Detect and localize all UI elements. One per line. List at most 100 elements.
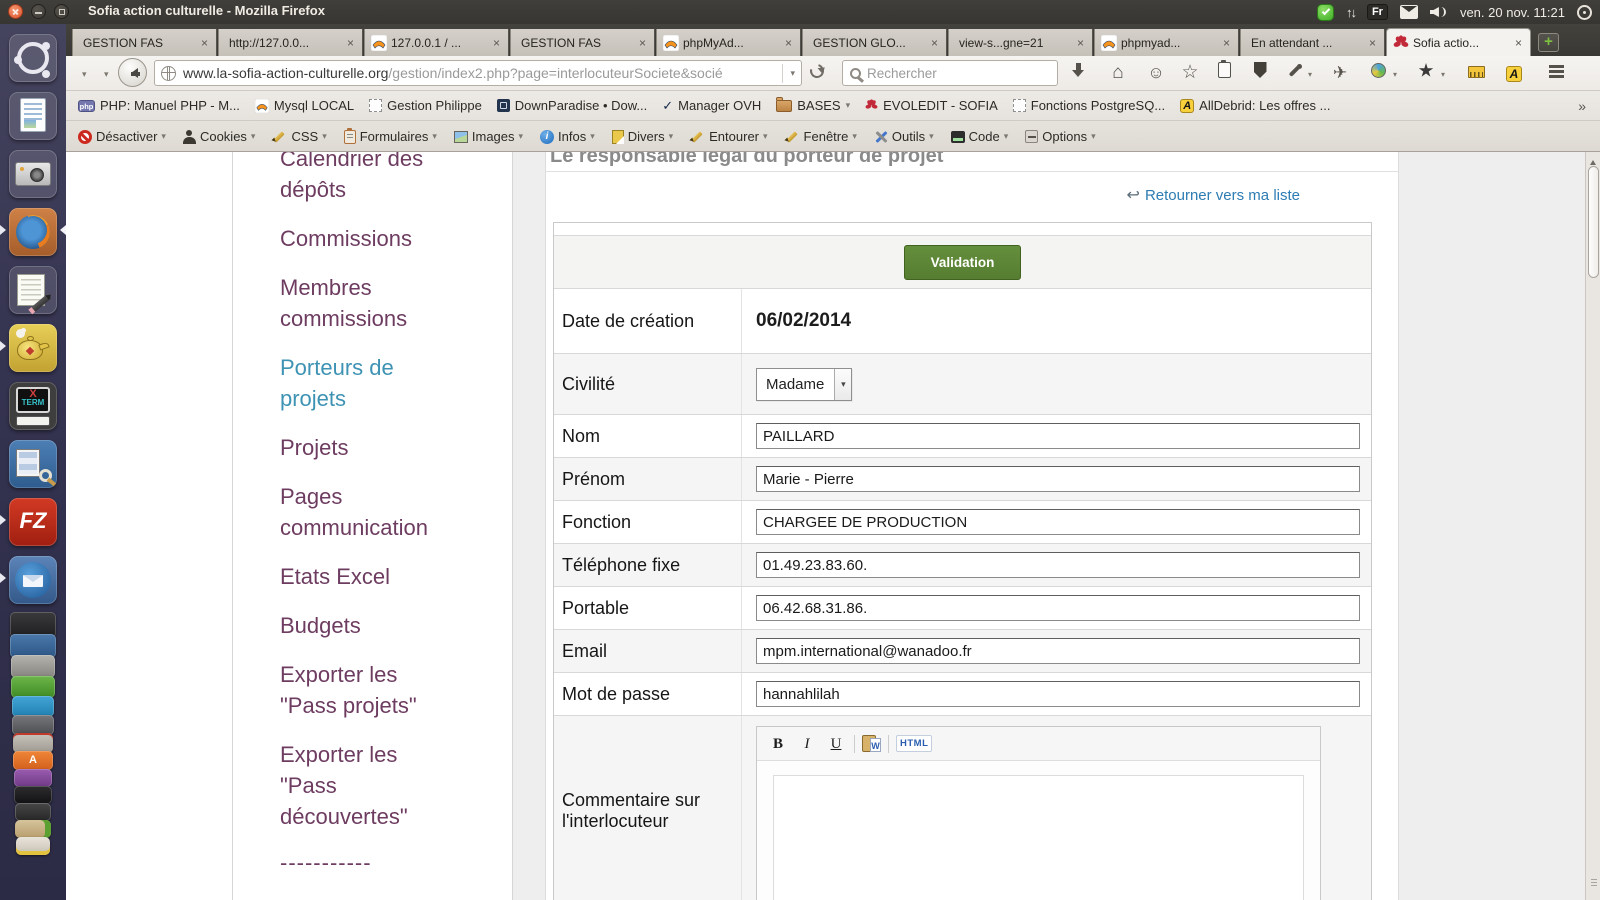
launcher-stacked-app-icon[interactable]	[11, 676, 55, 698]
launcher-libreoffice-writer-icon[interactable]	[9, 92, 57, 140]
devtoolbar-outils[interactable]: Outils▾	[874, 129, 934, 144]
civilite-select[interactable]: Madame ▾	[756, 368, 852, 401]
menu-exporter-pass-projets[interactable]: Exporter les "Pass projets"	[280, 659, 445, 721]
menu-membres-commissions[interactable]: Membres commissions	[280, 272, 445, 334]
menu-pages-communication[interactable]: Pages communication	[280, 481, 445, 543]
launcher-camera-icon[interactable]	[9, 150, 57, 198]
bookmark-downparadise[interactable]: DownParadise • Dow...	[497, 98, 647, 113]
bookmark-mysql-local[interactable]: Mysql LOCAL	[255, 98, 354, 113]
eyedropper-dropdown-icon[interactable]: ▾	[1308, 70, 1312, 79]
editor-bold-button[interactable]: B	[767, 733, 789, 755]
tab-127-url[interactable]: http://127.0.0... ×	[218, 29, 363, 56]
launcher-stacked-app-icon[interactable]	[13, 733, 53, 753]
bookmark-alldebrid[interactable]: AAllDebrid: Les offres ...	[1180, 98, 1330, 113]
menu-commissions[interactable]: Commissions	[280, 223, 445, 254]
tab-sofia-active[interactable]: Sofia actio... ×	[1386, 28, 1531, 56]
mot-de-passe-input[interactable]	[756, 681, 1360, 707]
mail-indicator-icon[interactable]	[1400, 5, 1418, 19]
editor-paste-from-word-button[interactable]: W	[862, 734, 881, 754]
menu-budgets[interactable]: Budgets	[280, 610, 445, 641]
prenom-input[interactable]	[756, 466, 1360, 492]
downloads-button[interactable]	[1066, 62, 1090, 84]
launcher-stacked-app-icon[interactable]	[12, 696, 54, 717]
devtoolbar-entourer[interactable]: Entourer▾	[690, 129, 767, 144]
launcher-stacked-app-icon[interactable]	[14, 786, 52, 804]
tab-gestion-glo[interactable]: GESTION GLO... ×	[802, 29, 947, 56]
tab-close-icon[interactable]: ×	[929, 36, 940, 50]
tab-phpmyadmin-2[interactable]: phpmyad... ×	[1094, 29, 1239, 56]
keyboard-layout-indicator[interactable]: Fr	[1367, 4, 1388, 20]
url-dropdown-icon[interactable]: ▾	[782, 64, 795, 83]
devtoolbar-formulaires[interactable]: Formulaires▾	[344, 129, 437, 144]
tab-gestion-fas[interactable]: GESTION FAS ×	[72, 29, 217, 56]
tab-close-icon[interactable]: ×	[199, 36, 210, 50]
session-menu-icon[interactable]	[1577, 5, 1592, 20]
launcher-stacked-app-icon[interactable]	[14, 769, 52, 787]
new-tab-button[interactable]: +	[1538, 33, 1559, 52]
window-maximize-button[interactable]	[54, 4, 69, 19]
tab-close-icon[interactable]: ×	[1075, 36, 1086, 50]
devtoolbar-cookies[interactable]: Cookies▾	[183, 129, 256, 144]
clock[interactable]: ven. 20 nov. 11:21	[1460, 5, 1565, 20]
devtoolbar-code[interactable]: Code▾	[951, 129, 1009, 144]
devtoolbar-options[interactable]: Options▾	[1025, 129, 1095, 144]
search-box[interactable]	[842, 60, 1058, 86]
menu-etats-excel[interactable]: Etats Excel	[280, 561, 445, 592]
devtoolbar-css[interactable]: CSS▾	[272, 129, 326, 144]
launcher-stacked-app-icon[interactable]	[16, 837, 50, 855]
telephone-fixe-input[interactable]	[756, 552, 1360, 578]
menu-exporter-pass-decouvertes[interactable]: Exporter les "Pass découvertes"	[280, 739, 445, 832]
menu-projets[interactable]: Projets	[280, 432, 445, 463]
bookmark-php-manual[interactable]: phpPHP: Manuel PHP - M...	[78, 98, 240, 113]
tab-close-icon[interactable]: ×	[1513, 36, 1524, 50]
sound-indicator-icon[interactable]	[1430, 5, 1448, 19]
tab-phpmyadmin-local[interactable]: 127.0.0.1 / ... ×	[364, 29, 509, 56]
tab-close-icon[interactable]: ×	[783, 36, 794, 50]
validation-button[interactable]: Validation	[904, 245, 1022, 280]
launcher-xterm-icon[interactable]: XTERM	[9, 382, 57, 430]
bookmark-fonctions-postgresql[interactable]: Fonctions PostgreSQ...	[1013, 98, 1165, 113]
launcher-filezilla-icon[interactable]: FZ	[9, 498, 57, 546]
commentaire-textarea[interactable]	[773, 775, 1304, 900]
colorzilla-globe-button[interactable]	[1366, 62, 1390, 84]
launcher-stacked-app-icon[interactable]	[11, 655, 55, 678]
tab-close-icon[interactable]: ×	[1367, 36, 1378, 50]
browser-scrollbar[interactable]	[1585, 152, 1600, 900]
toolbar-overflow-arrow-icon[interactable]: ▾	[82, 69, 87, 80]
tab-close-icon[interactable]: ×	[345, 36, 356, 50]
launcher-thunderbird-icon[interactable]	[9, 556, 57, 604]
bookmark-gestion-philippe[interactable]: Gestion Philippe	[369, 98, 482, 113]
scrollbar-thumb[interactable]	[1588, 166, 1599, 278]
menu-porteurs-de-projets[interactable]: Porteurs de projets	[280, 352, 445, 414]
scrollbar-up-arrow-icon[interactable]	[1590, 157, 1596, 165]
portable-input[interactable]	[756, 595, 1360, 621]
url-bar[interactable]: www.la-sofia-action-culturelle.org/gesti…	[154, 60, 802, 86]
editor-italic-button[interactable]: I	[796, 733, 818, 755]
bookmarks-overflow-chevron[interactable]: »	[1578, 98, 1586, 114]
tab-close-icon[interactable]: ×	[1221, 36, 1232, 50]
email-input[interactable]	[756, 638, 1360, 664]
tab-phpmyadmin[interactable]: phpMyAd... ×	[656, 29, 801, 56]
launcher-stacked-app-icon[interactable]	[12, 715, 54, 735]
nom-input[interactable]	[756, 423, 1360, 449]
toolbar-overflow-arrow-icon[interactable]: ▾	[104, 69, 109, 80]
measureit-ruler-button[interactable]	[1464, 62, 1488, 84]
devtoolbar-fenetre[interactable]: Fenêtre▾	[785, 129, 857, 144]
bookmark-folder-bases[interactable]: BASES▾	[776, 98, 850, 113]
addon-spiky-button[interactable]	[1414, 62, 1438, 84]
menu-calendrier-des-depots[interactable]: Calendrier des dépôts	[280, 152, 445, 205]
launcher-firefox-icon[interactable]	[9, 208, 57, 256]
skype-status-icon[interactable]	[1317, 4, 1334, 21]
clipboard-addon-button[interactable]	[1212, 62, 1236, 84]
menu-hamburger-button[interactable]	[1544, 62, 1568, 84]
window-minimize-button[interactable]	[31, 4, 46, 19]
devtoolbar-images[interactable]: Images▾	[454, 129, 523, 144]
window-close-button[interactable]	[8, 4, 23, 19]
devtoolbar-divers[interactable]: Divers▾	[612, 129, 673, 144]
bookmark-star-button[interactable]: ☆	[1178, 62, 1202, 84]
launcher-stacked-app-icon[interactable]	[15, 803, 51, 821]
network-arrows-icon[interactable]: ↑↓	[1346, 5, 1355, 20]
home-button[interactable]: ⌂	[1106, 62, 1130, 84]
alldebrid-toolbar-button[interactable]: A	[1502, 62, 1526, 84]
editor-underline-button[interactable]: U	[825, 733, 847, 755]
